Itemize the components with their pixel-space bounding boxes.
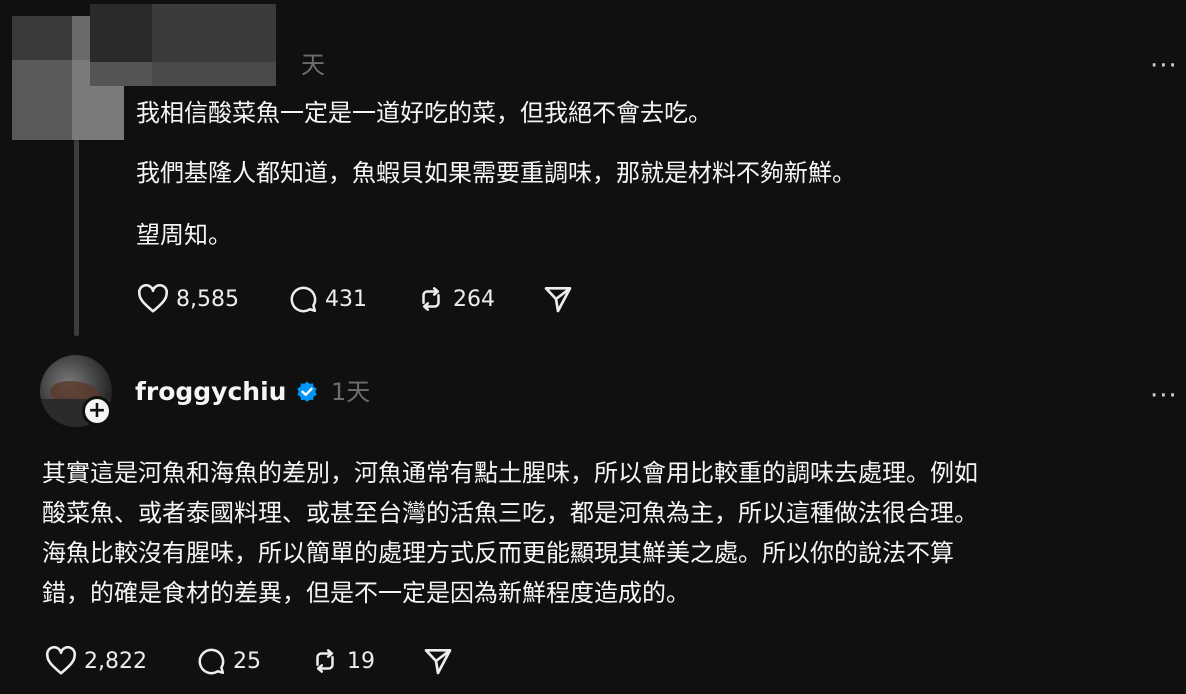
like-button[interactable]: 8,585 (136, 284, 239, 314)
post-paragraph: 望周知。 (136, 221, 232, 249)
verified-badge-icon (297, 381, 317, 402)
comment-button[interactable]: 431 (287, 284, 367, 314)
like-count: 8,585 (176, 286, 239, 312)
repost-button[interactable]: 19 (309, 646, 375, 676)
heart-icon (137, 284, 169, 313)
comment-icon (198, 648, 225, 675)
post-actions: 2,822 25 19 (44, 644, 455, 678)
post-timestamp: 天 (301, 51, 325, 79)
repost-icon (422, 287, 440, 311)
post-line: 錯，的確是食材的差異，但是不一定是因為新鮮程度造成的。 (42, 579, 690, 607)
follow-plus-icon[interactable]: + (82, 396, 112, 426)
more-icon[interactable]: ··· (1150, 383, 1178, 409)
comment-icon (290, 286, 317, 313)
repost-icon (316, 649, 334, 673)
repost-button[interactable]: 264 (415, 284, 495, 314)
post-timestamp: 1天 (331, 378, 371, 406)
share-icon (424, 649, 452, 675)
comment-count: 25 (232, 648, 261, 674)
post-paragraph: 我相信酸菜魚一定是一道好吃的菜，但我絕不會去吃。 (136, 99, 712, 127)
post-line: 海魚比較沒有腥味，所以簡單的處理方式反而更能顯現其鮮美之處。所以你的說法不算 (42, 539, 954, 567)
post-line: 酸菜魚、或者泰國料理、或甚至台灣的活魚三吃，都是河魚為主，所以這種做法很合理。 (42, 499, 978, 527)
like-button[interactable]: 2,822 (44, 646, 147, 676)
post-line: 其實這是河魚和海魚的差別，河魚通常有點土腥味，所以會用比較重的調味去處理。例如 (42, 459, 978, 487)
share-button[interactable] (541, 283, 575, 315)
username[interactable]: froggychiu (135, 375, 286, 409)
more-icon[interactable]: ··· (1150, 53, 1178, 79)
thread-line (74, 140, 79, 336)
repost-count: 264 (452, 286, 495, 312)
like-count: 2,822 (84, 648, 147, 674)
comment-count: 431 (324, 286, 367, 312)
post-actions: 8,585 431 264 (136, 282, 575, 316)
share-icon (544, 287, 572, 313)
post-paragraph: 我們基隆人都知道，魚蝦貝如果需要重調味，那就是材料不夠新鮮。 (136, 159, 856, 187)
heart-icon (45, 646, 77, 675)
pixelated-username[interactable] (90, 4, 276, 86)
comment-button[interactable]: 25 (195, 646, 261, 676)
repost-count: 19 (346, 648, 375, 674)
share-button[interactable] (421, 645, 455, 677)
